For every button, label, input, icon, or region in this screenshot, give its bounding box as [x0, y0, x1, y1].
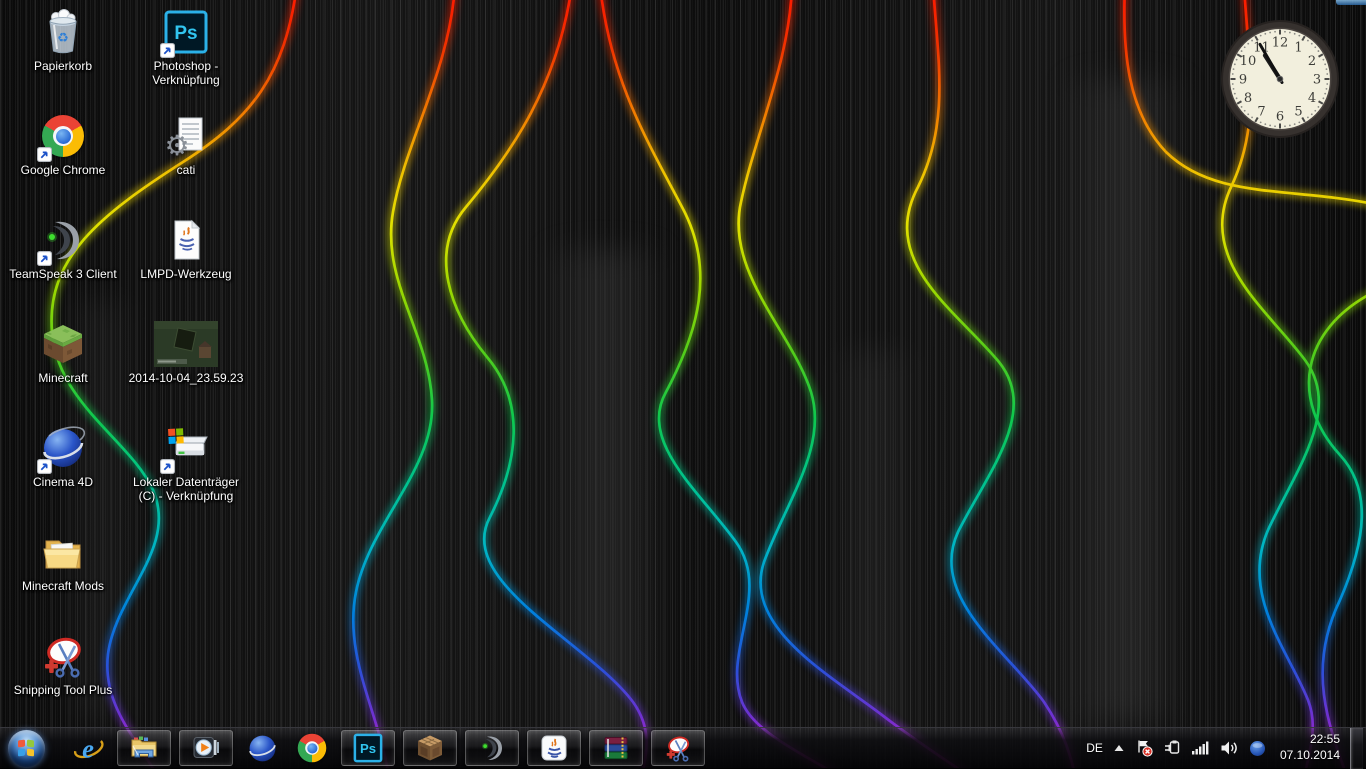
- shortcut-arrow-icon: [37, 147, 52, 162]
- clock-gadget[interactable]: 121234567891011: [1218, 17, 1342, 141]
- java-icon: [539, 733, 569, 763]
- photoshop-icon: Ps: [353, 733, 383, 763]
- svg-text:2: 2: [1308, 54, 1316, 69]
- svg-text:10: 10: [1240, 54, 1257, 69]
- svg-text:3: 3: [1313, 73, 1321, 88]
- taskbar-buttons: e: [0, 730, 705, 766]
- desktop-icon-minecraft-mods[interactable]: Minecraft Mods: [2, 528, 124, 593]
- taskbar-button-java-app[interactable]: [527, 730, 581, 766]
- svg-text:5: 5: [1294, 105, 1302, 120]
- minecraft-screenshot-thumbnail: [154, 321, 218, 367]
- taskbar-button-snipping-tool-plus[interactable]: [651, 730, 705, 766]
- desktop-icon-label: cati: [177, 163, 196, 177]
- snipping-tool-icon: [39, 632, 87, 680]
- taskbar-button-winrar[interactable]: [589, 730, 643, 766]
- minecraft-grass-block-icon: [39, 320, 87, 368]
- taskbar-button-windows-explorer[interactable]: [117, 730, 171, 766]
- windows-explorer-icon: [129, 733, 159, 763]
- desktop-icon-label: Minecraft: [38, 371, 87, 385]
- config-file-icon: ⚙: [162, 112, 210, 160]
- snipping-tool-icon: [663, 733, 693, 763]
- taskbar-button-windows-media-player[interactable]: [179, 730, 233, 766]
- windows-start-orb-icon: [8, 730, 45, 767]
- show-hidden-icons-chevron[interactable]: [1113, 743, 1125, 753]
- shortcut-arrow-icon: [37, 459, 52, 474]
- clock-center-cap: [1277, 76, 1283, 82]
- teamspeak-icon: [477, 733, 507, 763]
- taskbar-button-google-chrome[interactable]: [291, 730, 333, 766]
- svg-text:9: 9: [1239, 73, 1247, 88]
- taskbar-button-internet-explorer[interactable]: e: [67, 730, 109, 766]
- svg-text:12: 12: [1272, 36, 1289, 51]
- desktop-icon-label: Cinema 4D: [33, 475, 93, 489]
- windows-media-player-icon: [191, 733, 221, 763]
- desktop-icon-label: Google Chrome: [21, 163, 106, 177]
- desktop-icon-lmpd-werkzeug[interactable]: LMPD-Werkzeug: [125, 216, 247, 281]
- gadget-edge-fragment: [1336, 0, 1366, 5]
- desktop-icon-recycle-bin[interactable]: ♻ Papierkorb: [2, 8, 124, 73]
- desktop-icon-label: LMPD-Werkzeug: [140, 267, 231, 281]
- svg-text:♻: ♻: [57, 30, 69, 45]
- system-tray: DE: [1086, 728, 1366, 769]
- desktop-icon-cinema4d[interactable]: Cinema 4D: [2, 424, 124, 489]
- desktop-icon-label: 2014-10-04_23.59.23: [129, 371, 244, 385]
- taskbar-button-cinema4d[interactable]: [241, 730, 283, 766]
- svg-text:Ps: Ps: [174, 23, 197, 44]
- desktop-icon-label: Snipping Tool Plus: [14, 683, 113, 697]
- desktop-icon-label: Minecraft Mods: [22, 579, 104, 593]
- desktop-icon-minecraft[interactable]: Minecraft: [2, 320, 124, 385]
- svg-text:⚙: ⚙: [164, 130, 189, 160]
- internet-explorer-icon: e: [72, 732, 104, 764]
- desktop-icon-screenshot-file[interactable]: 2014-10-04_23.59.23: [125, 320, 247, 385]
- safely-remove-hardware-icon[interactable]: [1163, 739, 1181, 757]
- network-signal-icon[interactable]: [1191, 740, 1210, 756]
- shortcut-arrow-icon: [160, 43, 175, 58]
- taskbar-button-photoshop[interactable]: Ps: [341, 730, 395, 766]
- desktop-icon-photoshop[interactable]: Ps Photoshop - Verknüpfung: [125, 8, 247, 87]
- java-file-icon: [162, 216, 210, 264]
- desktop-icon-teamspeak[interactable]: TeamSpeak 3 Client: [2, 216, 124, 281]
- desktop-wallpaper[interactable]: ♻ Papierkorb Google Chrome TeamSpeak 3: [0, 0, 1366, 768]
- tray-app-orb-icon[interactable]: [1249, 740, 1266, 757]
- crafting-table-icon: [415, 733, 445, 763]
- svg-text:4: 4: [1308, 91, 1316, 106]
- show-desktop-button[interactable]: [1350, 728, 1363, 769]
- svg-text:1: 1: [1294, 41, 1302, 56]
- desktop-icon-label: Papierkorb: [34, 59, 92, 73]
- tray-clock[interactable]: 22:55 07.10.2014: [1280, 732, 1340, 763]
- taskbar-button-minecraft[interactable]: [403, 730, 457, 766]
- cinema4d-icon: [247, 733, 278, 764]
- winrar-icon: [601, 733, 631, 763]
- taskbar: e: [0, 727, 1366, 768]
- svg-text:7: 7: [1257, 105, 1265, 120]
- svg-text:Ps: Ps: [360, 741, 376, 756]
- tray-date: 07.10.2014: [1280, 748, 1340, 764]
- desktop-icon-label: Photoshop - Verknüpfung: [125, 59, 247, 87]
- desktop-icon-snipping-tool-plus[interactable]: Snipping Tool Plus: [2, 632, 124, 697]
- svg-text:8: 8: [1244, 91, 1252, 106]
- chrome-icon: [298, 734, 327, 763]
- desktop-icon-local-disk-c[interactable]: Lokaler Datenträger (C) - Verknüpfung: [125, 424, 247, 503]
- volume-icon[interactable]: [1220, 740, 1239, 756]
- desktop-icon-label: Lokaler Datenträger (C) - Verknüpfung: [125, 475, 247, 503]
- desktop-icon-label: TeamSpeak 3 Client: [9, 267, 116, 281]
- folder-icon: [39, 528, 87, 576]
- tray-time: 22:55: [1280, 732, 1340, 748]
- recycle-bin-icon: ♻: [39, 8, 87, 56]
- shortcut-arrow-icon: [37, 251, 52, 266]
- taskbar-button-teamspeak[interactable]: [465, 730, 519, 766]
- svg-text:e: e: [82, 734, 94, 764]
- start-button[interactable]: [5, 730, 47, 766]
- svg-text:6: 6: [1276, 110, 1284, 125]
- desktop-icon-google-chrome[interactable]: Google Chrome: [2, 112, 124, 177]
- shortcut-arrow-icon: [160, 459, 175, 474]
- language-indicator[interactable]: DE: [1086, 741, 1103, 755]
- desktop-icon-cati[interactable]: ⚙ cati: [125, 112, 247, 177]
- action-center-flag-icon[interactable]: [1135, 739, 1153, 757]
